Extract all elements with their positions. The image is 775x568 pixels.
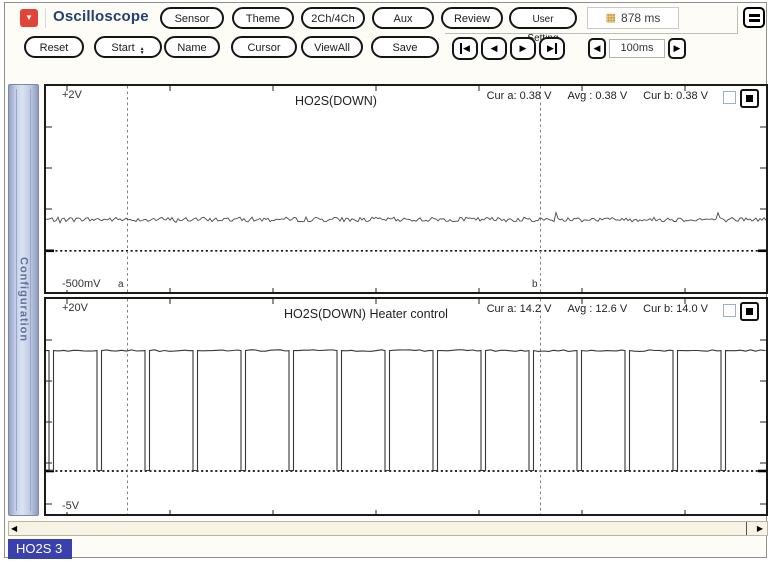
ch1-average-value: Avg : 0.38 V bbox=[567, 90, 628, 102]
step-back-icon: ◀ bbox=[490, 43, 498, 53]
start-button[interactable]: Start ▲ ▼ bbox=[94, 36, 162, 58]
down-arrow-icon: ▼ bbox=[25, 13, 33, 22]
step-forward-button[interactable]: ▶ bbox=[510, 37, 536, 60]
skip-last-icon: ▶ bbox=[547, 43, 557, 54]
timer-icon: ▦ bbox=[605, 11, 617, 24]
ch1-channel-color-button[interactable] bbox=[740, 89, 759, 108]
ch1-cursor-a-value: Cur a: 0.38 V bbox=[486, 90, 552, 102]
ch2-title: HO2S(DOWN) Heater control bbox=[284, 307, 448, 321]
channel2-panel: +20V HO2S(DOWN) Heater control Cur a: 14… bbox=[44, 297, 768, 516]
page-title: Oscilloscope bbox=[53, 8, 149, 25]
toolbar-rule bbox=[445, 33, 738, 34]
tab-ho2s3[interactable]: HO2S 3 bbox=[8, 539, 73, 559]
record-time-value: 878 ms bbox=[621, 11, 661, 25]
right-triangle-icon: ▶ bbox=[673, 43, 681, 53]
channel1-plot[interactable] bbox=[46, 86, 766, 292]
step-forward-icon: ▶ bbox=[519, 43, 527, 53]
ch1-title: HO2S(DOWN) bbox=[295, 94, 377, 108]
ch2-bottom-scale-label: -5V bbox=[60, 500, 82, 512]
theme-button[interactable]: Theme bbox=[232, 7, 294, 29]
timebase-increase-button[interactable]: ▶ bbox=[668, 38, 686, 59]
ch2-channel-color-button[interactable] bbox=[740, 302, 759, 321]
ch1-bottom-scale-label: -500mV bbox=[60, 278, 103, 290]
skip-last-button[interactable]: ▶ bbox=[539, 37, 565, 60]
toolbar-rule-vertical bbox=[737, 6, 738, 34]
timebase-decrease-button[interactable]: ◀ bbox=[588, 38, 606, 59]
ch1-checkbox[interactable] bbox=[723, 91, 736, 104]
review-button[interactable]: Review bbox=[441, 7, 503, 29]
cursor-button[interactable]: Cursor bbox=[231, 36, 297, 58]
sensor-button[interactable]: Sensor bbox=[160, 7, 224, 29]
title-divider bbox=[45, 8, 46, 28]
spinner-icon: ▲ ▼ bbox=[139, 46, 145, 56]
scroll-left-icon[interactable]: ◀ bbox=[11, 523, 17, 535]
ch2-checkbox[interactable] bbox=[723, 304, 736, 317]
scrollbar-divider bbox=[746, 522, 747, 535]
channel2-plot[interactable] bbox=[46, 299, 766, 514]
reset-button[interactable]: Reset bbox=[24, 36, 84, 58]
ch1-cursor-b-tag[interactable]: b bbox=[532, 279, 538, 290]
ch1-top-scale-label: +2V bbox=[62, 89, 82, 101]
timebase-value: 100ms bbox=[609, 39, 665, 58]
configuration-sidebar[interactable]: Configuration bbox=[8, 84, 39, 516]
ch2-average-value: Avg : 12.6 V bbox=[567, 303, 628, 315]
left-triangle-icon: ◀ bbox=[593, 43, 601, 53]
menu-icon[interactable] bbox=[743, 7, 765, 28]
name-button[interactable]: Name bbox=[164, 36, 220, 58]
ch1-cursor-b-value: Cur b: 0.38 V bbox=[643, 90, 708, 102]
scroll-right-icon[interactable]: ▶ bbox=[757, 523, 763, 535]
user-setting-button[interactable]: User Setting bbox=[509, 7, 577, 44]
skip-first-icon: ◀ bbox=[460, 43, 470, 54]
ch2-top-scale-label: +20V bbox=[62, 302, 88, 314]
ch2-cursor-b-value: Cur b: 14.0 V bbox=[643, 303, 708, 315]
record-time-display: ▦ 878 ms bbox=[587, 7, 679, 29]
ch2-cursor-a-value: Cur a: 14.2 V bbox=[486, 303, 552, 315]
viewall-button[interactable]: ViewAll bbox=[301, 36, 363, 58]
app-red-icon[interactable]: ▼ bbox=[20, 9, 38, 27]
save-button[interactable]: Save bbox=[371, 36, 439, 58]
horizontal-scrollbar[interactable]: ◀ ▶ bbox=[8, 521, 768, 536]
channel-mode-button[interactable]: 2Ch/4Ch bbox=[301, 7, 365, 29]
aux-button[interactable]: Aux bbox=[372, 7, 434, 29]
step-back-button[interactable]: ◀ bbox=[481, 37, 507, 60]
skip-first-button[interactable]: ◀ bbox=[452, 37, 478, 60]
sidebar-label: Configuration bbox=[17, 257, 30, 343]
ch1-cursor-a-tag[interactable]: a bbox=[118, 279, 124, 290]
channel1-panel: +2V HO2S(DOWN) Cur a: 0.38 V Avg : 0.38 … bbox=[44, 84, 768, 294]
